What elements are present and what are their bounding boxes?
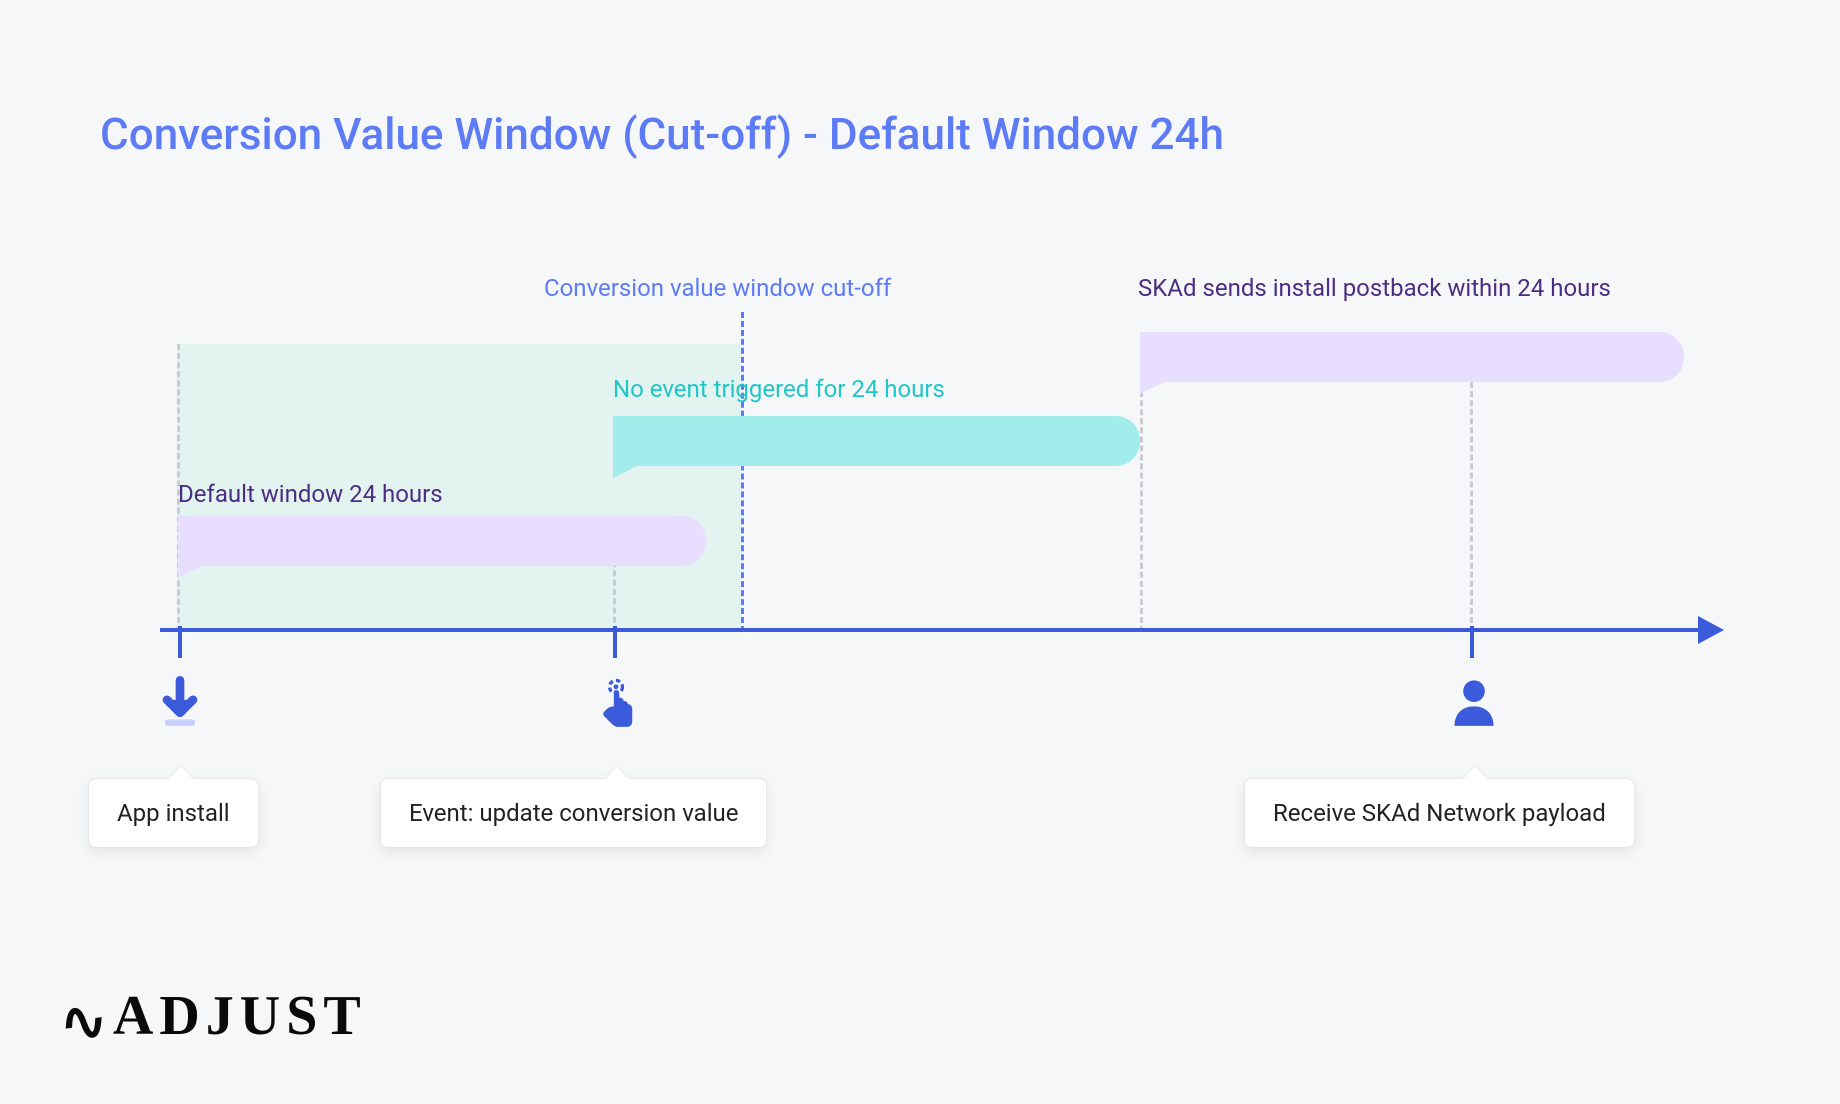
event-tag-receive: Receive SKAd Network payload [1244, 778, 1635, 848]
timeline-axis [160, 628, 1720, 632]
logo-mark-icon: ∿ [56, 986, 117, 1058]
label-postback: SKAd sends install postback within 24 ho… [1138, 274, 1611, 302]
event-tag-install-label: App install [117, 799, 230, 827]
range-no-event [613, 416, 1140, 466]
label-cutoff: Conversion value window cut-off [544, 274, 891, 302]
diagram-canvas: Conversion Value Window (Cut-off) - Defa… [0, 0, 1840, 1104]
event-tag-update: Event: update conversion value [380, 778, 767, 848]
range-default-window [178, 516, 706, 566]
tap-hand-icon [586, 672, 646, 732]
event-tag-update-label: Event: update conversion value [409, 799, 738, 827]
user-icon [1444, 672, 1504, 732]
tick-event [613, 626, 617, 658]
marker-cutoff [741, 312, 744, 632]
event-tag-install: App install [88, 778, 259, 848]
diagram-title: Conversion Value Window (Cut-off) - Defa… [100, 108, 1224, 160]
marker-receive [1470, 346, 1473, 632]
tick-install [178, 626, 182, 658]
range-postback [1140, 332, 1684, 382]
label-default-window: Default window 24 hours [178, 480, 443, 508]
brand-logo-text: ADJUST [113, 985, 367, 1047]
label-no-event: No event triggered for 24 hours [613, 375, 945, 403]
brand-logo: ∿ADJUST [60, 983, 367, 1048]
download-arrow-icon [150, 672, 210, 732]
tick-receive [1470, 626, 1474, 658]
event-tag-receive-label: Receive SKAd Network payload [1273, 799, 1606, 827]
